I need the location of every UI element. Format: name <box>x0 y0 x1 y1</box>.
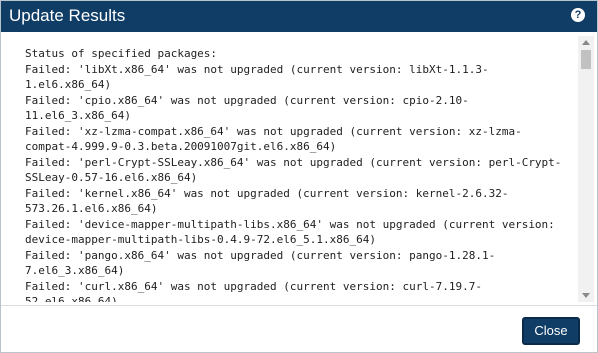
results-text-area[interactable]: Status of specified packages: Failed: 'li… <box>19 36 576 302</box>
update-results-dialog: Update Results ? Status of specified pac… <box>0 0 598 353</box>
results-panel: Status of specified packages: Failed: 'li… <box>19 36 595 302</box>
result-line: 7.el6_3.x86_64) <box>25 264 125 277</box>
result-line: 11.el6_3.x86_64) <box>25 109 131 122</box>
scroll-up-arrow-icon[interactable] <box>582 40 590 45</box>
close-button[interactable]: Close <box>522 317 580 345</box>
result-line: Failed: 'device-mapper-multipath-libs.x8… <box>25 217 555 231</box>
result-line: Status of specified packages: <box>25 47 218 60</box>
result-line: 573.26.1.el6.x86_64) <box>25 202 158 215</box>
question-circle-icon[interactable]: ? <box>571 8 585 22</box>
dialog-title: Update Results <box>9 6 126 25</box>
vertical-scrollbar[interactable] <box>578 36 594 302</box>
result-line: Failed: 'pango.x86_64' was not upgraded … <box>25 248 496 262</box>
footer-divider <box>1 305 597 306</box>
result-line: device-mapper-multipath-libs-0.4.9-72.el… <box>25 233 376 246</box>
result-line: 52.el6.x86_64) <box>25 295 118 302</box>
result-line: Failed: 'cpio.x86_64' was not upgraded (… <box>25 93 469 107</box>
result-line: Failed: 'perl-Crypt-SSLeay.x86_64' was n… <box>25 155 562 169</box>
scroll-down-arrow-icon[interactable] <box>582 293 590 298</box>
result-line: Failed: 'xz-lzma-compat.x86_64' was not … <box>25 124 522 138</box>
result-line: compat-4.999.9-0.3.beta.20091007git.el6.… <box>25 140 337 153</box>
result-line: Failed: 'libXt.x86_64' was not upgraded … <box>25 62 489 76</box>
dialog-titlebar: Update Results ? <box>1 1 597 32</box>
scrollbar-thumb[interactable] <box>581 50 591 69</box>
result-line: SSLeay-0.57-16.el6.x86_64) <box>25 171 198 184</box>
result-line: Failed: 'curl.x86_64' was not upgraded (… <box>25 279 482 293</box>
result-line: 1.el6.x86_64) <box>25 78 112 91</box>
result-line: Failed: 'kernel.x86_64' was not upgraded… <box>25 186 509 200</box>
